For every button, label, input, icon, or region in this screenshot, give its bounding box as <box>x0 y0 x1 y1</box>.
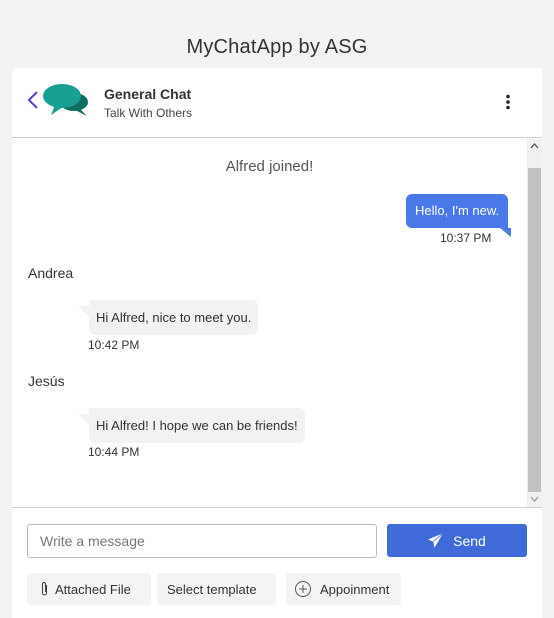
outgoing-bubble-tail <box>500 228 511 237</box>
message-sender: Jesús <box>28 373 65 389</box>
send-button-label: Send <box>453 532 486 549</box>
message-scrollbar[interactable] <box>527 139 542 507</box>
attach-file-button[interactable]: Attached File <box>27 573 151 605</box>
chat-window: General Chat Talk With Others Alfred joi… <box>12 68 542 618</box>
message-input[interactable] <box>27 524 377 558</box>
scrollbar-thumb[interactable] <box>528 168 541 492</box>
chat-bubbles-icon <box>43 84 88 116</box>
attach-file-label: Attached File <box>55 581 131 597</box>
chat-header: General Chat Talk With Others <box>12 68 542 138</box>
chat-name: General Chat <box>104 86 192 102</box>
plus-circle-icon <box>295 581 311 597</box>
system-message: Alfred joined! <box>225 158 314 175</box>
composer: Send Attached File Select template Appoi… <box>12 507 542 618</box>
chat-subtitle: Talk With Others <box>104 106 193 120</box>
incoming-message: Hi Alfred! I hope we can be friends! <box>89 408 305 443</box>
scroll-up-arrow-icon[interactable] <box>530 143 539 149</box>
appointment-button[interactable]: Appoinment <box>286 573 401 605</box>
message-sender: Andrea <box>28 265 74 281</box>
outgoing-message-time: 10:37 PM <box>440 231 492 245</box>
incoming-message: Hi Alfred, nice to meet you. <box>89 300 259 335</box>
send-button[interactable]: Send <box>387 524 527 557</box>
app-title: MyChatApp by ASG <box>186 36 368 58</box>
incoming-message-time: 10:44 PM <box>88 445 140 459</box>
chevron-left-icon[interactable] <box>26 89 40 111</box>
more-vertical-icon[interactable] <box>504 94 512 110</box>
paper-plane-icon <box>428 533 443 548</box>
outgoing-message: Hello, I'm new. <box>406 194 509 228</box>
appointment-label: Appoinment <box>320 581 390 597</box>
paperclip-icon <box>41 582 48 596</box>
scroll-down-arrow-icon[interactable] <box>530 496 539 502</box>
message-list[interactable]: Alfred joined! Hello, I'm new. 10:37 PM … <box>12 139 527 507</box>
select-template-label: Select template <box>167 581 257 597</box>
select-template-button[interactable]: Select template <box>157 573 276 605</box>
incoming-message-time: 10:42 PM <box>88 338 140 352</box>
